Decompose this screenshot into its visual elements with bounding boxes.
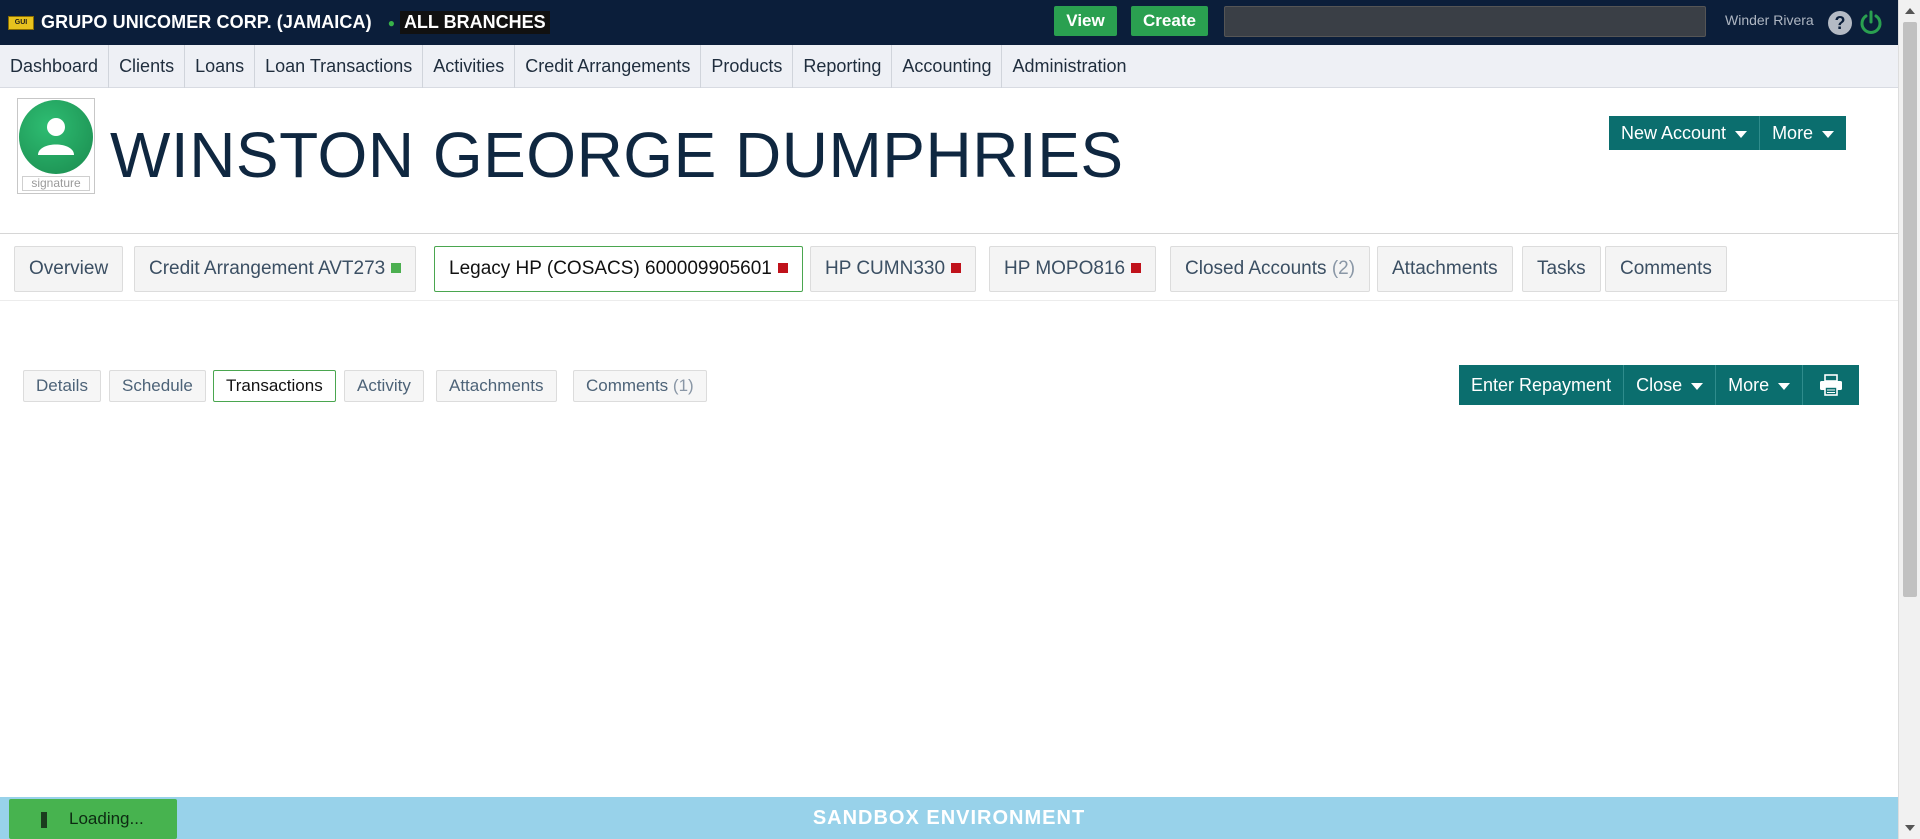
branch-selector[interactable]: ALL BRANCHES <box>399 11 550 34</box>
account-more-button[interactable]: More <box>1715 365 1802 405</box>
client-name: WINSTON GEORGE DUMPHRIES <box>110 119 1124 191</box>
nav-activities[interactable]: Activities <box>423 44 516 88</box>
environment-banner: SANDBOX ENVIRONMENT Loading... <box>0 797 1898 839</box>
tab-label: Attachments <box>1392 258 1498 279</box>
tab-comments[interactable]: Comments <box>1605 246 1727 292</box>
client-actions: New Account More <box>1609 116 1847 150</box>
status-indicator-red <box>777 263 788 273</box>
help-icon[interactable]: ? <box>1828 11 1852 35</box>
global-search-input[interactable] <box>1224 6 1706 37</box>
tab-hp-cumn330[interactable]: HP CUMN330 <box>810 246 977 292</box>
company-logo[interactable]: GUI <box>8 15 34 30</box>
tab-attachments[interactable]: Attachments <box>1377 246 1513 292</box>
new-account-label: New Account <box>1621 123 1727 143</box>
current-user-name[interactable]: Winder Rivera <box>1725 12 1814 28</box>
chevron-down-icon <box>1735 131 1748 138</box>
scroll-down-icon[interactable] <box>1905 825 1915 831</box>
create-button[interactable]: Create <box>1131 6 1208 36</box>
company-name: GRUPO UNICOMER CORP. (JAMAICA) <box>41 12 372 32</box>
tab-label: Comments <box>1620 258 1712 279</box>
tab-label: Overview <box>29 258 109 279</box>
nav-dashboard[interactable]: Dashboard <box>0 44 110 88</box>
subtab-schedule[interactable]: Schedule <box>109 370 206 402</box>
tab-overview[interactable]: Overview <box>14 246 124 292</box>
vertical-scrollbar[interactable] <box>1898 0 1920 839</box>
scrollbar-thumb[interactable] <box>1903 22 1917 597</box>
account-more-label: More <box>1728 375 1770 395</box>
new-account-button[interactable]: New Account <box>1609 116 1759 150</box>
nav-accounting[interactable]: Accounting <box>892 44 1003 88</box>
nav-credit-arrangements[interactable]: Credit Arrangements <box>515 44 702 88</box>
close-account-button[interactable]: Close <box>1623 365 1715 405</box>
tab-count: (2) <box>1331 258 1356 279</box>
print-button[interactable] <box>1802 365 1859 405</box>
loading-indicator: Loading... <box>9 799 177 839</box>
nav-administration[interactable]: Administration <box>1002 45 1136 88</box>
enter-repayment-button[interactable]: Enter Repayment <box>1459 365 1623 405</box>
user-avatar-icon <box>19 100 93 174</box>
loading-label: Loading... <box>69 809 144 828</box>
subtab-activity[interactable]: Activity <box>344 370 424 402</box>
chevron-down-icon <box>1822 131 1835 138</box>
subtab-details[interactable]: Details <box>23 370 101 402</box>
subtab-comments[interactable]: Comments (1) <box>573 370 707 402</box>
scroll-up-icon[interactable] <box>1905 8 1915 14</box>
subtab-transactions[interactable]: Transactions <box>213 370 336 402</box>
tab-label: Credit Arrangement AVT273 <box>149 258 386 279</box>
app-root: GUI GRUPO UNICOMER CORP. (JAMAICA) ● ALL… <box>0 0 1920 839</box>
tab-legacy-hp[interactable]: Legacy HP (COSACS) 600009905601 <box>434 246 803 292</box>
print-icon <box>1820 374 1843 396</box>
nav-loan-transactions[interactable]: Loan Transactions <box>255 44 424 88</box>
nav-reporting[interactable]: Reporting <box>793 44 893 88</box>
client-more-button[interactable]: More <box>1759 116 1846 150</box>
tab-closed-accounts[interactable]: Closed Accounts (2) <box>1170 246 1371 292</box>
client-avatar[interactable]: signature <box>17 98 95 194</box>
subtab-label: Comments <box>586 376 669 395</box>
subtab-attachments[interactable]: Attachments <box>436 370 557 402</box>
loading-spinner-icon <box>41 812 47 828</box>
power-icon[interactable] <box>1858 10 1884 36</box>
subtab-count: (1) <box>672 376 694 395</box>
tab-label: Tasks <box>1537 258 1586 279</box>
tab-label: HP MOPO816 <box>1004 258 1126 279</box>
tab-label: Closed Accounts <box>1185 258 1327 279</box>
view-button[interactable]: View <box>1054 6 1117 36</box>
client-more-label: More <box>1772 123 1814 143</box>
nav-clients[interactable]: Clients <box>109 44 186 88</box>
tab-credit-arrangement[interactable]: Credit Arrangement AVT273 <box>134 246 417 292</box>
main-nav: Dashboard Clients Loans Loan Transaction… <box>0 44 1898 88</box>
chevron-down-icon <box>1691 383 1704 390</box>
close-label: Close <box>1636 375 1683 395</box>
status-indicator-red <box>1131 263 1142 273</box>
status-indicator-green <box>391 263 402 273</box>
tab-label: HP CUMN330 <box>825 258 946 279</box>
account-actions: Enter Repayment Close More <box>1459 365 1860 405</box>
tab-label: Legacy HP (COSACS) 600009905601 <box>449 258 772 279</box>
divider <box>0 233 1898 234</box>
divider <box>0 300 1898 301</box>
signature-label[interactable]: signature <box>22 176 90 191</box>
tab-tasks[interactable]: Tasks <box>1522 246 1601 292</box>
environment-label: SANDBOX ENVIRONMENT <box>812 807 1086 829</box>
tab-hp-mopo816[interactable]: HP MOPO816 <box>989 246 1157 292</box>
branch-status-dot: ● <box>387 15 395 30</box>
chevron-down-icon <box>1778 383 1791 390</box>
nav-loans[interactable]: Loans <box>185 44 256 88</box>
nav-products[interactable]: Products <box>701 44 794 88</box>
status-indicator-red <box>951 263 962 273</box>
